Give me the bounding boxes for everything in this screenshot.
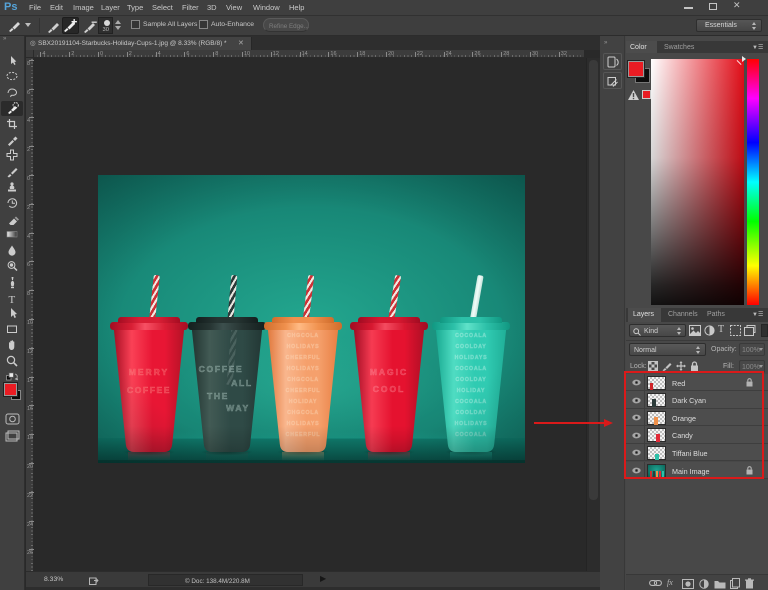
svg-text:T: T [9,294,16,305]
